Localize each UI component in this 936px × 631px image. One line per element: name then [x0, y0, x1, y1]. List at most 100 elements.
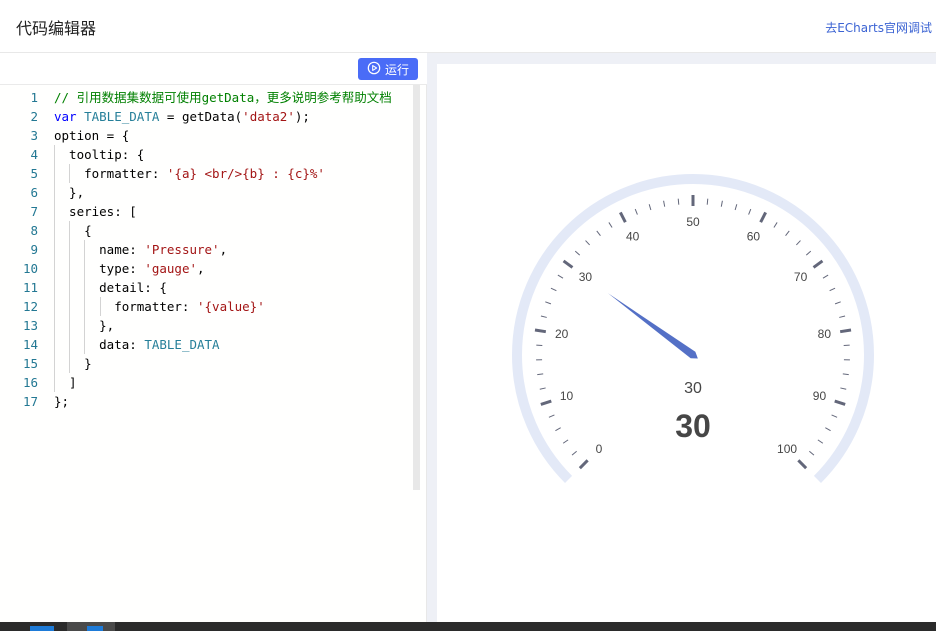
- line-number: 16: [22, 375, 38, 390]
- gauge-minor-tick: [809, 450, 815, 456]
- gauge-minor-tick: [839, 315, 846, 318]
- gauge-tick-label: 90: [813, 389, 827, 403]
- gauge-minor-tick: [555, 427, 561, 432]
- indent-guide: [84, 240, 86, 259]
- code-text: type: 'gauge',: [54, 261, 205, 276]
- gauge-major-tick: [619, 211, 627, 223]
- code-text: }: [54, 356, 92, 371]
- line-number: 10: [22, 261, 38, 276]
- code-line: 1 // 引用数据集数据可使用getData，更多说明参考帮助文档: [0, 88, 413, 107]
- indent-guide: [69, 278, 71, 297]
- indent-guide: [54, 354, 55, 373]
- indent-guide: [54, 240, 55, 259]
- gauge-minor-tick: [840, 387, 847, 390]
- code-text: ]: [54, 375, 77, 390]
- code-line: 12 formatter: '{value}': [0, 297, 413, 316]
- gauge-major-tick: [839, 328, 852, 334]
- code-text: name: 'Pressure',: [54, 242, 228, 257]
- line-number: 13: [22, 318, 38, 333]
- line-number: 6: [30, 185, 38, 200]
- code-editor-panel: 运行 1 // 引用数据集数据可使用getData，更多说明参考帮助文档 2 var …: [0, 53, 427, 622]
- line-number: 3: [30, 128, 38, 143]
- app-header: 代码编辑器 去ECharts官网调试: [0, 0, 936, 53]
- gauge-minor-tick: [831, 414, 838, 418]
- gauge-minor-tick: [785, 230, 790, 236]
- gauge-minor-tick: [834, 301, 841, 305]
- gauge-minor-tick: [596, 230, 601, 236]
- gauge-needle: [608, 293, 698, 359]
- gauge-tick-label: 30: [579, 270, 593, 284]
- code-text: // 引用数据集数据可使用getData，更多说明参考帮助文档: [54, 90, 392, 105]
- editor-scrollbar[interactable]: [413, 85, 420, 490]
- gauge-minor-tick: [805, 250, 812, 256]
- code-line: 14 data: TABLE_DATA: [0, 335, 413, 354]
- gauge-minor-tick: [634, 208, 638, 215]
- code-text-area[interactable]: 1 // 引用数据集数据可使用getData，更多说明参考帮助文档 2 var TAB…: [0, 85, 413, 622]
- gauge-minor-tick: [545, 301, 552, 305]
- gauge-tick-label: 10: [560, 389, 574, 403]
- indent-guide: [54, 259, 55, 278]
- indent-guide: [84, 278, 86, 297]
- indent-guide: [54, 278, 55, 297]
- code-text: },: [54, 185, 85, 200]
- taskbar-app-icon[interactable]: [30, 626, 54, 631]
- gauge-major-tick: [562, 259, 574, 269]
- gauge-minor-tick: [562, 439, 569, 444]
- indent-guide: [54, 164, 55, 183]
- gauge-minor-tick: [706, 198, 709, 205]
- panel-divider[interactable]: [427, 53, 437, 622]
- gauge-minor-tick: [748, 208, 752, 215]
- indent-guide: [54, 316, 55, 335]
- indent-guide: [54, 183, 55, 202]
- line-number: 1: [30, 90, 38, 105]
- line-number: 17: [22, 394, 38, 409]
- code-line: 4 tooltip: {: [0, 145, 413, 164]
- line-number: 8: [30, 223, 38, 238]
- indent-guide: [69, 221, 71, 240]
- gauge-minor-tick: [608, 222, 613, 228]
- gauge-minor-tick: [822, 274, 829, 279]
- indent-guide: [69, 335, 71, 354]
- indent-guide: [69, 240, 71, 259]
- gauge-minor-tick: [817, 439, 824, 444]
- code-text: detail: {: [54, 280, 167, 295]
- line-number: 9: [30, 242, 38, 257]
- code-line: 9 name: 'Pressure',: [0, 240, 413, 259]
- indent-guide: [69, 297, 71, 316]
- code-line: 3 option = {: [0, 126, 413, 145]
- code-line: 11 detail: {: [0, 278, 413, 297]
- line-number: 14: [22, 337, 38, 352]
- code-text: var TABLE_DATA = getData('data2');: [54, 109, 310, 124]
- indent-guide: [54, 373, 55, 392]
- code-text: };: [54, 394, 70, 409]
- indent-guide: [69, 259, 71, 278]
- run-button[interactable]: 运行: [358, 58, 418, 80]
- gauge-minor-tick: [720, 200, 723, 207]
- gauge-major-tick: [797, 459, 808, 470]
- taskbar-app-icon[interactable]: [87, 626, 103, 631]
- editor-toolbar: 运行: [0, 53, 427, 85]
- gauge-tick-label: 0: [596, 442, 603, 456]
- gauge-major-tick: [812, 259, 824, 269]
- gauge-major-tick: [540, 399, 552, 406]
- indent-guide: [69, 354, 71, 373]
- play-circle-icon: [367, 61, 381, 78]
- gauge-chart: 0 10 20 30 40 50 60 70 80 90 100 30 30: [512, 174, 874, 483]
- run-button-label: 运行: [384, 62, 409, 77]
- indent-guide: [84, 297, 86, 316]
- code-line: 2 var TABLE_DATA = getData('data2');: [0, 107, 413, 126]
- indent-guide: [84, 316, 86, 335]
- gauge-major-tick: [834, 399, 846, 406]
- gauge-name-label: 30: [684, 380, 702, 397]
- gauge-minor-tick: [550, 287, 557, 292]
- gauge-minor-tick: [537, 373, 544, 376]
- gauge-minor-tick: [548, 414, 555, 418]
- indent-guide: [69, 316, 71, 335]
- line-number: 5: [30, 166, 38, 181]
- page-title: 代码编辑器: [16, 19, 97, 38]
- indent-guide: [84, 259, 86, 278]
- echarts-site-link[interactable]: 去ECharts官网调试: [825, 19, 932, 36]
- gauge-minor-tick: [540, 315, 547, 318]
- line-number: 11: [22, 280, 38, 295]
- gauge-minor-tick: [829, 287, 836, 292]
